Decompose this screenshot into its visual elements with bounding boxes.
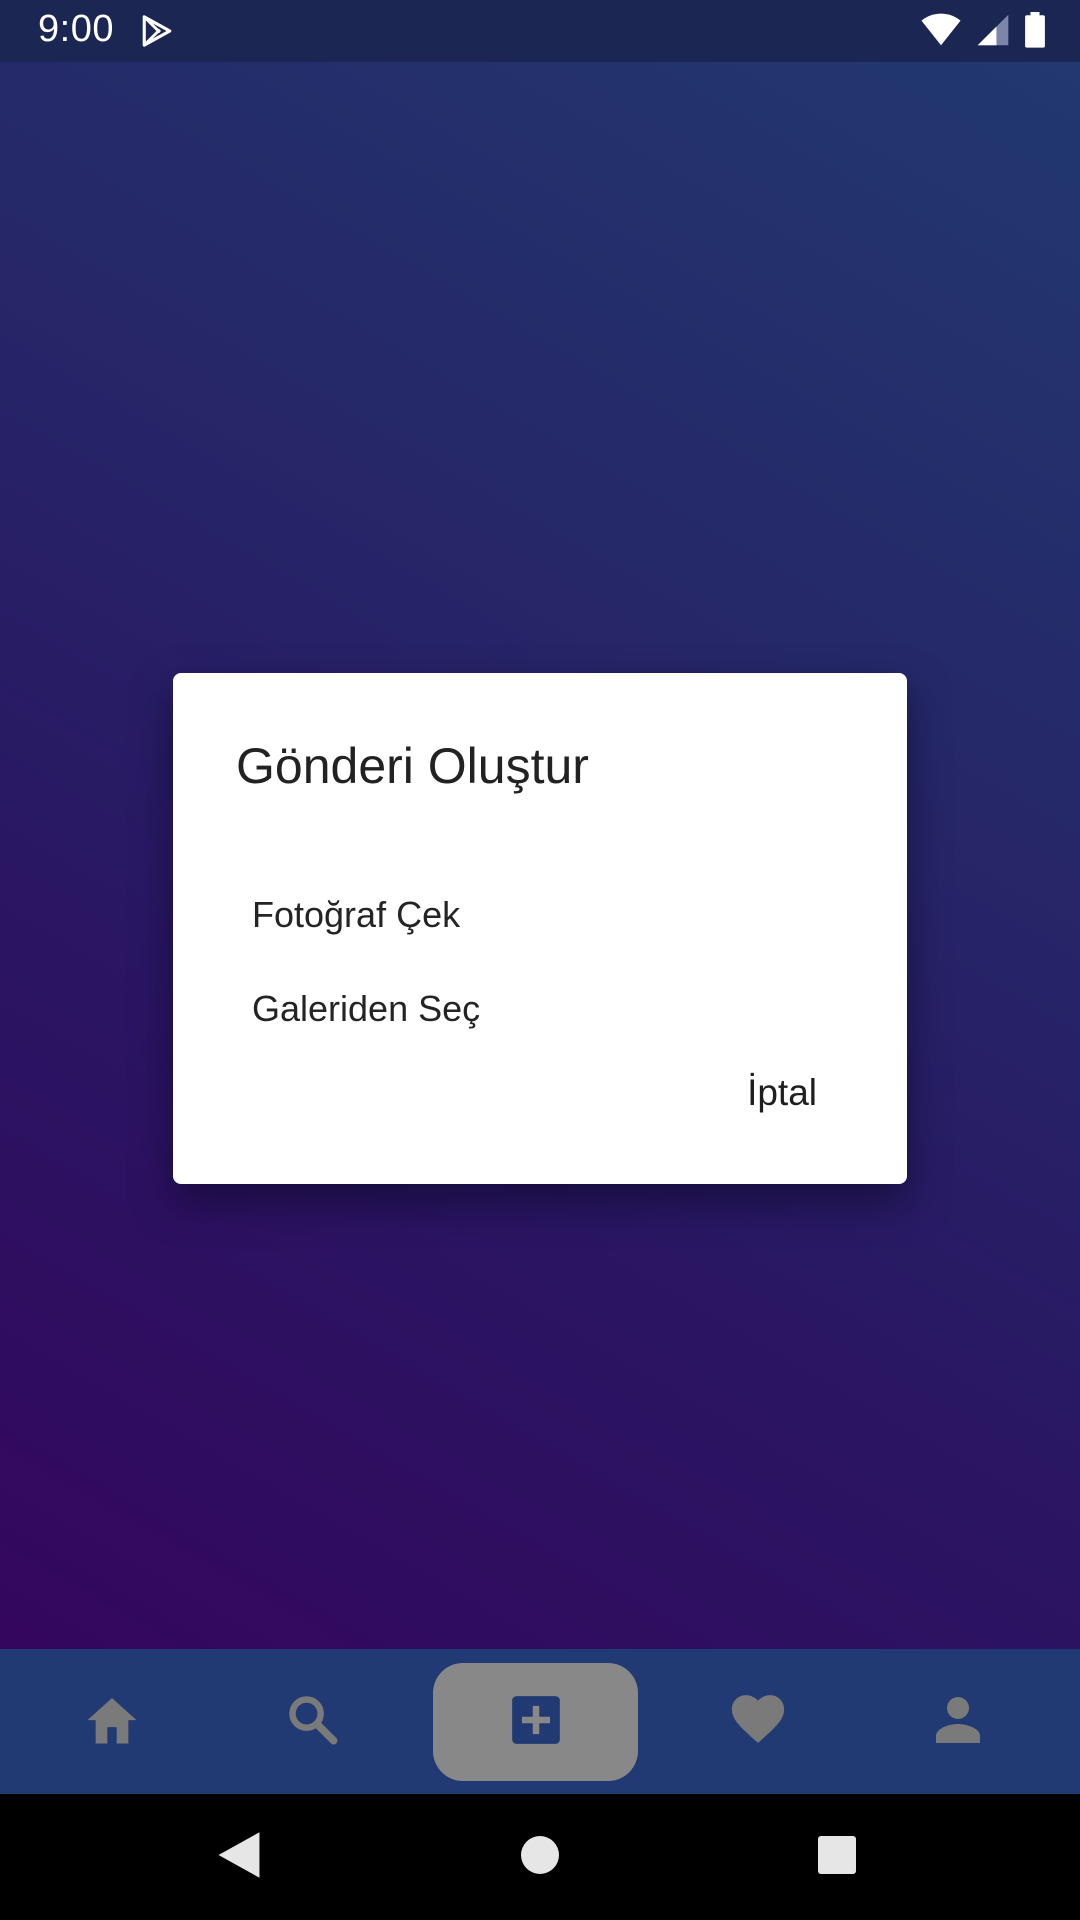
system-back-button[interactable]	[206, 1824, 272, 1890]
create-post-dialog: Gönderi Oluştur Fotoğraf Çek Galeriden S…	[173, 673, 907, 1184]
home-circle-icon	[520, 1835, 560, 1880]
system-home-button[interactable]	[507, 1824, 573, 1890]
dialog-title: Gönderi Oluştur	[236, 738, 589, 794]
person-icon	[934, 1695, 982, 1748]
battery-icon	[1024, 11, 1046, 53]
wifi-icon	[920, 13, 962, 52]
back-icon	[216, 1830, 262, 1885]
system-recents-button[interactable]	[804, 1824, 870, 1890]
heart-icon	[730, 1694, 786, 1749]
choose-from-gallery-option[interactable]: Galeriden Seç	[233, 969, 853, 1049]
nav-home-button[interactable]	[62, 1649, 162, 1794]
status-time: 9:00	[38, 8, 114, 50]
nav-profile-button[interactable]	[908, 1649, 1008, 1794]
bottom-navigation	[0, 1649, 1080, 1794]
phone-screen: 9:00 Gönderi Oluştur Fotoğraf Çek Galeri…	[0, 0, 1080, 1920]
status-icons	[920, 11, 1046, 53]
cancel-button[interactable]: İptal	[737, 1051, 827, 1135]
home-icon	[84, 1694, 140, 1749]
system-navigation-bar	[0, 1794, 1080, 1920]
nav-favorites-button[interactable]	[708, 1649, 808, 1794]
status-bar: 9:00	[0, 0, 1080, 62]
nav-search-button[interactable]	[262, 1649, 362, 1794]
search-icon	[286, 1693, 338, 1750]
nav-add-post-button[interactable]	[433, 1663, 638, 1781]
recents-icon	[817, 1835, 857, 1880]
signal-icon	[976, 13, 1010, 52]
add-box-icon	[510, 1694, 562, 1751]
take-photo-option[interactable]: Fotoğraf Çek	[233, 875, 853, 955]
play-store-icon	[140, 14, 174, 48]
